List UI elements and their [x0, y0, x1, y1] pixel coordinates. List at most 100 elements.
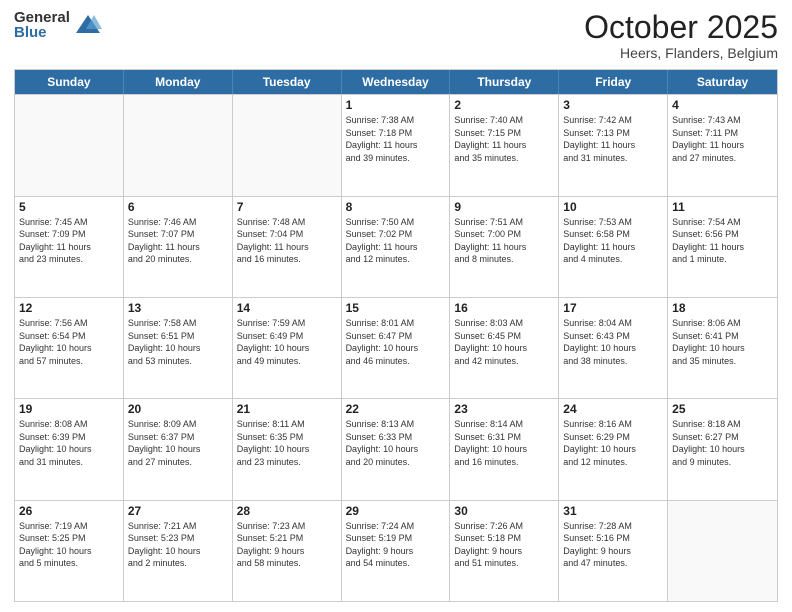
- day-info: Sunrise: 7:48 AM Sunset: 7:04 PM Dayligh…: [237, 216, 337, 266]
- header-day: Tuesday: [233, 70, 342, 94]
- day-number: 27: [128, 504, 228, 518]
- day-info: Sunrise: 8:03 AM Sunset: 6:45 PM Dayligh…: [454, 317, 554, 367]
- calendar-cell: 20 Sunrise: 8:09 AM Sunset: 6:37 PM Dayli…: [124, 399, 233, 499]
- calendar-cell: 3Sunrise: 7:42 AM Sunset: 7:13 PM Daylig…: [559, 95, 668, 195]
- day-info: Sunrise: 8:11 AM Sunset: 6:35 PM Dayligh…: [237, 418, 337, 468]
- day-number: 22: [346, 402, 446, 416]
- day-info: Sunrise: 8:08 AM Sunset: 6:39 PM Dayligh…: [19, 418, 119, 468]
- day-info: Sunrise: 7:59 AM Sunset: 6:49 PM Dayligh…: [237, 317, 337, 367]
- calendar-cell: 29 Sunrise: 7:24 AM Sunset: 5:19 PM Dayli…: [342, 501, 451, 601]
- day-number: 11: [672, 200, 773, 214]
- logo-icon: [74, 11, 102, 39]
- header-day: Monday: [124, 70, 233, 94]
- day-info: Sunrise: 7:19 AM Sunset: 5:25 PM Dayligh…: [19, 520, 119, 570]
- day-info: Sunrise: 8:13 AM Sunset: 6:33 PM Dayligh…: [346, 418, 446, 468]
- location: Heers, Flanders, Belgium: [584, 45, 778, 61]
- calendar: SundayMondayTuesdayWednesdayThursdayFrid…: [14, 69, 778, 602]
- day-info: Sunrise: 8:06 AM Sunset: 6:41 PM Dayligh…: [672, 317, 773, 367]
- calendar-cell: 19 Sunrise: 8:08 AM Sunset: 6:39 PM Dayli…: [15, 399, 124, 499]
- calendar-cell: [124, 95, 233, 195]
- day-number: 28: [237, 504, 337, 518]
- calendar-cell: 22 Sunrise: 8:13 AM Sunset: 6:33 PM Dayli…: [342, 399, 451, 499]
- header-day: Thursday: [450, 70, 559, 94]
- day-number: 14: [237, 301, 337, 315]
- calendar-week: 26 Sunrise: 7:19 AM Sunset: 5:25 PM Dayli…: [15, 500, 777, 601]
- calendar-cell: 30Sunrise: 7:26 AM Sunset: 5:18 PM Dayli…: [450, 501, 559, 601]
- page: General Blue October 2025 Heers, Flander…: [0, 0, 792, 612]
- logo: General Blue: [14, 10, 102, 40]
- day-number: 26: [19, 504, 119, 518]
- calendar-cell: 15Sunrise: 8:01 AM Sunset: 6:47 PM Dayli…: [342, 298, 451, 398]
- calendar-cell: [668, 501, 777, 601]
- calendar-cell: 25 Sunrise: 8:18 AM Sunset: 6:27 PM Dayli…: [668, 399, 777, 499]
- day-number: 12: [19, 301, 119, 315]
- calendar-cell: [15, 95, 124, 195]
- calendar-cell: 8Sunrise: 7:50 AM Sunset: 7:02 PM Daylig…: [342, 197, 451, 297]
- day-number: 16: [454, 301, 554, 315]
- calendar-cell: 1Sunrise: 7:38 AM Sunset: 7:18 PM Daylig…: [342, 95, 451, 195]
- day-number: 2: [454, 98, 554, 112]
- calendar-cell: 13 Sunrise: 7:58 AM Sunset: 6:51 PM Dayli…: [124, 298, 233, 398]
- day-info: Sunrise: 8:09 AM Sunset: 6:37 PM Dayligh…: [128, 418, 228, 468]
- header-day: Saturday: [668, 70, 777, 94]
- day-info: Sunrise: 7:24 AM Sunset: 5:19 PM Dayligh…: [346, 520, 446, 570]
- logo-general: General: [14, 10, 70, 25]
- calendar-cell: 28 Sunrise: 7:23 AM Sunset: 5:21 PM Dayli…: [233, 501, 342, 601]
- calendar-cell: 21Sunrise: 8:11 AM Sunset: 6:35 PM Dayli…: [233, 399, 342, 499]
- day-number: 18: [672, 301, 773, 315]
- day-info: Sunrise: 7:54 AM Sunset: 6:56 PM Dayligh…: [672, 216, 773, 266]
- day-info: Sunrise: 7:23 AM Sunset: 5:21 PM Dayligh…: [237, 520, 337, 570]
- day-info: Sunrise: 7:50 AM Sunset: 7:02 PM Dayligh…: [346, 216, 446, 266]
- month-title: October 2025: [584, 10, 778, 45]
- day-number: 19: [19, 402, 119, 416]
- calendar-cell: 31Sunrise: 7:28 AM Sunset: 5:16 PM Dayli…: [559, 501, 668, 601]
- header-day: Friday: [559, 70, 668, 94]
- day-number: 17: [563, 301, 663, 315]
- calendar-week: 1Sunrise: 7:38 AM Sunset: 7:18 PM Daylig…: [15, 94, 777, 195]
- calendar-week: 5 Sunrise: 7:45 AM Sunset: 7:09 PM Daylig…: [15, 196, 777, 297]
- calendar-cell: 12 Sunrise: 7:56 AM Sunset: 6:54 PM Dayli…: [15, 298, 124, 398]
- header: General Blue October 2025 Heers, Flander…: [14, 10, 778, 61]
- calendar-cell: 6 Sunrise: 7:46 AM Sunset: 7:07 PM Daylig…: [124, 197, 233, 297]
- day-info: Sunrise: 7:28 AM Sunset: 5:16 PM Dayligh…: [563, 520, 663, 570]
- calendar-week: 19 Sunrise: 8:08 AM Sunset: 6:39 PM Dayli…: [15, 398, 777, 499]
- calendar-cell: 26 Sunrise: 7:19 AM Sunset: 5:25 PM Dayli…: [15, 501, 124, 601]
- day-number: 20: [128, 402, 228, 416]
- day-number: 9: [454, 200, 554, 214]
- day-info: Sunrise: 7:46 AM Sunset: 7:07 PM Dayligh…: [128, 216, 228, 266]
- calendar-week: 12 Sunrise: 7:56 AM Sunset: 6:54 PM Dayli…: [15, 297, 777, 398]
- day-number: 29: [346, 504, 446, 518]
- calendar-cell: 18 Sunrise: 8:06 AM Sunset: 6:41 PM Dayli…: [668, 298, 777, 398]
- calendar-cell: 24Sunrise: 8:16 AM Sunset: 6:29 PM Dayli…: [559, 399, 668, 499]
- calendar-cell: 2 Sunrise: 7:40 AM Sunset: 7:15 PM Daylig…: [450, 95, 559, 195]
- logo-text: General Blue: [14, 10, 70, 40]
- calendar-cell: 10Sunrise: 7:53 AM Sunset: 6:58 PM Dayli…: [559, 197, 668, 297]
- day-number: 5: [19, 200, 119, 214]
- day-info: Sunrise: 8:16 AM Sunset: 6:29 PM Dayligh…: [563, 418, 663, 468]
- day-number: 4: [672, 98, 773, 112]
- calendar-cell: 27 Sunrise: 7:21 AM Sunset: 5:23 PM Dayli…: [124, 501, 233, 601]
- day-number: 23: [454, 402, 554, 416]
- calendar-cell: 11 Sunrise: 7:54 AM Sunset: 6:56 PM Dayli…: [668, 197, 777, 297]
- day-info: Sunrise: 7:43 AM Sunset: 7:11 PM Dayligh…: [672, 114, 773, 164]
- day-number: 25: [672, 402, 773, 416]
- day-number: 13: [128, 301, 228, 315]
- day-info: Sunrise: 8:18 AM Sunset: 6:27 PM Dayligh…: [672, 418, 773, 468]
- header-day: Wednesday: [342, 70, 451, 94]
- day-info: Sunrise: 7:58 AM Sunset: 6:51 PM Dayligh…: [128, 317, 228, 367]
- day-info: Sunrise: 7:40 AM Sunset: 7:15 PM Dayligh…: [454, 114, 554, 164]
- calendar-cell: [233, 95, 342, 195]
- day-info: Sunrise: 8:14 AM Sunset: 6:31 PM Dayligh…: [454, 418, 554, 468]
- calendar-cell: 14 Sunrise: 7:59 AM Sunset: 6:49 PM Dayli…: [233, 298, 342, 398]
- day-number: 3: [563, 98, 663, 112]
- day-info: Sunrise: 7:45 AM Sunset: 7:09 PM Dayligh…: [19, 216, 119, 266]
- day-info: Sunrise: 7:51 AM Sunset: 7:00 PM Dayligh…: [454, 216, 554, 266]
- day-info: Sunrise: 7:21 AM Sunset: 5:23 PM Dayligh…: [128, 520, 228, 570]
- calendar-cell: 9 Sunrise: 7:51 AM Sunset: 7:00 PM Daylig…: [450, 197, 559, 297]
- day-number: 6: [128, 200, 228, 214]
- title-block: October 2025 Heers, Flanders, Belgium: [584, 10, 778, 61]
- calendar-cell: 7 Sunrise: 7:48 AM Sunset: 7:04 PM Daylig…: [233, 197, 342, 297]
- day-number: 7: [237, 200, 337, 214]
- calendar-header: SundayMondayTuesdayWednesdayThursdayFrid…: [15, 70, 777, 94]
- day-info: Sunrise: 7:56 AM Sunset: 6:54 PM Dayligh…: [19, 317, 119, 367]
